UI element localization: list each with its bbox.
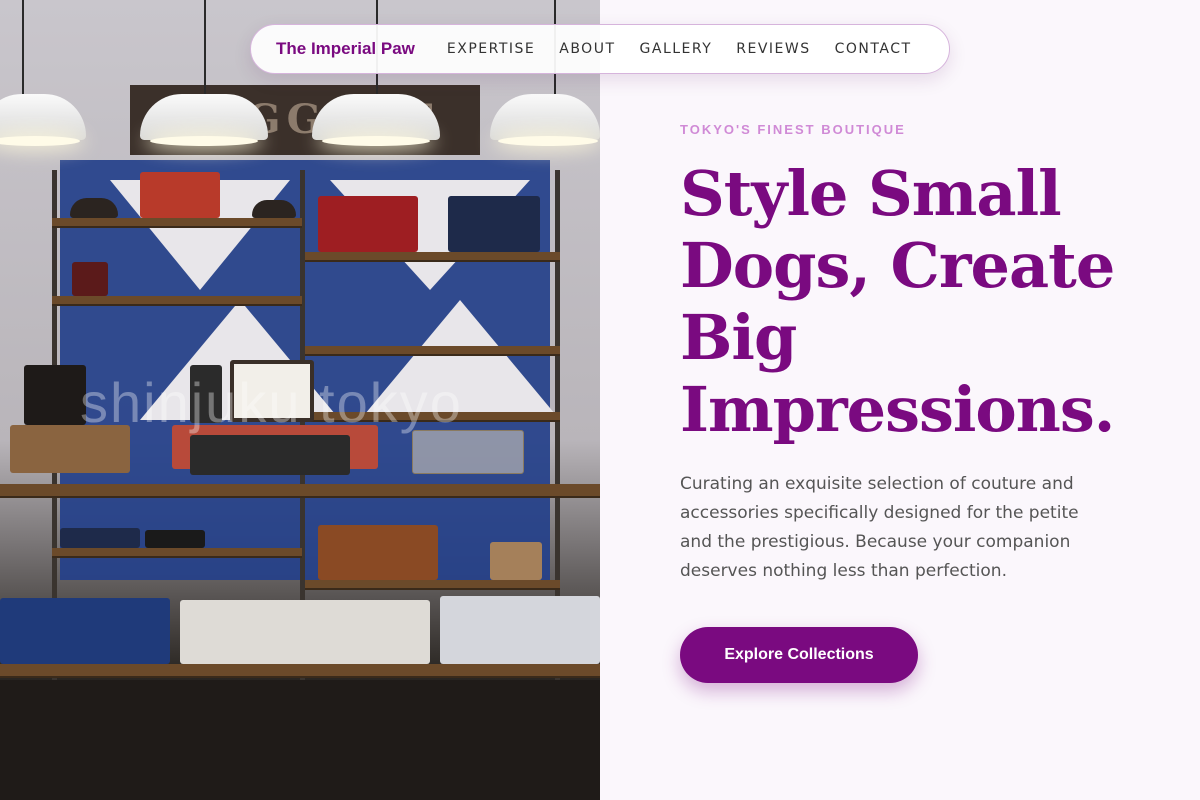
hat [252,200,296,218]
nav-link-contact[interactable]: CONTACT [835,41,912,57]
pendant-lamp [140,94,268,140]
maple-sweater [180,600,430,664]
sneakers [145,530,205,548]
lamp-cord [204,0,206,94]
lamp-glow [0,136,80,146]
boots-row [318,525,438,580]
hero-eyebrow: TOKYO'S FINEST BOUTIQUE [680,122,906,137]
pendant-lamp [312,94,440,140]
red-bag [318,196,418,252]
shelf [52,296,302,304]
shelf [305,252,560,260]
nav-link-about[interactable]: ABOUT [559,41,615,57]
hat [70,198,118,218]
lamp-glow [322,136,430,146]
navy-print-sweater [440,596,600,664]
lamp-glow [498,136,598,146]
nav-link-expertise[interactable]: EXPERTISE [447,41,535,57]
brand-logo-link[interactable]: The Imperial Paw [276,39,415,59]
floor [0,680,600,800]
pendant-lamp [0,94,86,140]
boot [24,365,86,425]
nav-link-reviews[interactable]: REVIEWS [736,41,810,57]
leather-bag [190,435,350,475]
shelf [305,580,560,588]
nav-link-gallery[interactable]: GALLERY [640,41,713,57]
bottles [72,262,108,296]
top-nav: The Imperial Paw EXPERTISE ABOUT GALLERY… [250,24,950,74]
photo-watermark: shinjuku tokyo [80,371,463,434]
boxes [490,542,542,580]
letter-m-decor [140,172,220,218]
shelf [0,484,600,496]
explore-collections-button[interactable]: Explore Collections [680,627,918,683]
glass-case [412,430,524,474]
shelf [0,664,600,676]
pendant-lamp [490,94,600,140]
shelf [305,346,560,354]
shelf [52,548,302,556]
navy-bag [448,196,540,252]
shelf [52,218,302,226]
navy-sweaters [0,598,170,664]
hero-headline: Style Small Dogs, Create Big Impressions… [680,157,1115,446]
lamp-cord [22,0,24,94]
hero-description: Curating an exquisite selection of coutu… [680,474,1079,581]
hero-photo: BAGGAGE shinjuku tokyo [0,0,600,800]
lamp-glow [150,136,258,146]
folded-clothes [60,528,140,548]
